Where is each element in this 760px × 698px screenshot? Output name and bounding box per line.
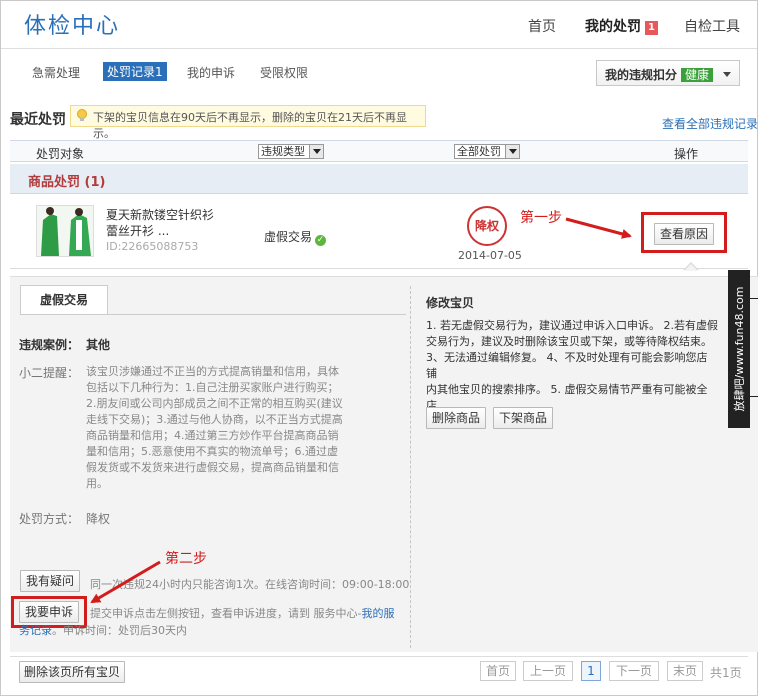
nav-self-check-tools[interactable]: 自检工具 xyxy=(684,16,740,36)
tab-penalty-records[interactable]: 处罚记录1 xyxy=(103,62,167,81)
reminder-label: 小二提醒： xyxy=(19,366,80,380)
nav-home[interactable]: 首页 xyxy=(528,16,556,36)
reminder-line: 商品销量和信用；4.通过第三方炒作平台提高商品销 xyxy=(86,429,339,442)
view-reason-button[interactable]: 查看原因 xyxy=(654,223,714,245)
tab-my-appeals[interactable]: 我的申诉 xyxy=(187,64,235,81)
violation-score-label: 我的违规扣分 xyxy=(605,68,678,82)
pagination-next[interactable]: 下一页 xyxy=(609,661,659,681)
appeal-text-2: 。申诉时间：处罚后30天内 xyxy=(52,624,187,637)
appeal-text-1: 提交申诉点击左侧按钮，查看申诉进度，请到 服务中心- xyxy=(90,607,362,620)
violation-type-text: 虚假交易 xyxy=(264,230,313,244)
product-thumbnail[interactable] xyxy=(36,205,94,257)
pagination-total: 共1页 xyxy=(710,666,742,680)
nav-my-penalties[interactable]: 我的处罚 1 xyxy=(585,16,658,36)
fix-line: 3、无法通过编辑修复。 4、不及时处理有可能会影响您店铺 xyxy=(426,351,708,380)
violation-type: 虚假交易 ✓ xyxy=(264,228,327,246)
col-action: 操作 xyxy=(674,147,699,161)
recent-penalties-title: 最近处罚 xyxy=(10,112,66,128)
case-value: 其他 xyxy=(86,338,111,352)
chevron-down-icon xyxy=(505,145,519,158)
reminder-line: 包括以下几种行为：1.自己注册买家账户进行购买； xyxy=(86,381,339,394)
product-title-link[interactable]: 夏天新款镂空针织衫 蕾丝开衫 ... xyxy=(106,207,236,239)
watermark-tick xyxy=(750,298,758,299)
col-penalty-object: 处罚对象 xyxy=(36,147,85,161)
watermark-tick xyxy=(750,396,758,397)
service-record-link-2[interactable]: 务记录 xyxy=(19,624,52,637)
site-watermark: 放肆吧/www.fun48.com xyxy=(728,270,750,428)
product-title-line1: 夏天新款镂空针织衫 xyxy=(106,208,215,222)
reminder-line: 2.朋友间或公司内部成员之间不正常的相互购买(建议 xyxy=(86,397,343,410)
fix-line: 交易行为，建议及时删除该宝贝或下架，或等待降权结束。 xyxy=(426,335,712,348)
appeal-info-text: 提交申诉点击左侧按钮，查看申诉进度，请到 服务中心-我的服 xyxy=(90,605,400,622)
have-question-button[interactable]: 我有疑问 xyxy=(20,570,80,592)
detail-tab-underline xyxy=(20,314,406,315)
product-id: ID:22665088753 xyxy=(106,240,199,253)
reminder-text: 该宝贝涉嫌通过不正当的方式提高销量和信用，具体 包括以下几种行为：1.自己注册买… xyxy=(86,364,344,492)
tab-restricted-permissions[interactable]: 受限权限 xyxy=(260,64,308,81)
annotation-step1: 第一步 xyxy=(520,210,562,226)
check-circle-icon: ✓ xyxy=(315,235,327,246)
case-label: 违规案例： xyxy=(19,338,80,352)
consult-info-text: 同一次违规24小时内只能咨询1次。在线咨询时间：09:00-18:00 xyxy=(90,578,410,591)
pagination-last[interactable]: 末页 xyxy=(667,661,703,681)
reminder-line: 量和信用；5.恶意使用不真实的物流单号；6.通过虚 xyxy=(86,445,338,458)
appeal-info-text-2: 务记录。申诉时间：处罚后30天内 xyxy=(19,622,187,639)
demotion-stamp: 降权 xyxy=(467,206,507,246)
submit-appeal-button[interactable]: 我要申诉 xyxy=(19,601,79,623)
view-all-violations-link[interactable]: 查看全部违规记录 xyxy=(662,115,758,132)
chevron-down-icon xyxy=(723,72,731,77)
product-penalty-group: 商品处罚 (1) xyxy=(10,164,748,194)
pagination-prev[interactable]: 上一页 xyxy=(523,661,573,681)
delete-product-button[interactable]: 删除商品 xyxy=(426,407,486,429)
method-label: 处罚方式： xyxy=(19,512,80,526)
site-watermark-text: 放肆吧/www.fun48.com xyxy=(733,286,746,412)
table-header: 处罚对象 违规类型 全部处罚 操作 xyxy=(10,140,748,162)
header-divider xyxy=(1,48,757,49)
reminder-line: 假发货或不发货来进行虚假交易，提高商品销量和信 xyxy=(86,461,339,474)
tab-urgent[interactable]: 急需处理 xyxy=(32,64,80,81)
lightbulb-icon xyxy=(77,109,87,121)
row-divider xyxy=(10,268,748,269)
all-penalties-select[interactable]: 全部处罚 xyxy=(454,144,520,159)
fix-line: 1. 若无虚假交易行为，建议通过申诉入口申诉。 2.若有虚假 xyxy=(426,319,718,332)
reminder-line: 走线下交易)；3.通过与他人协商，以不正当方式提高 xyxy=(86,413,343,426)
all-penalties-select-label: 全部处罚 xyxy=(457,145,501,158)
violation-score-dropdown[interactable]: 我的违规扣分 健康 xyxy=(596,60,740,86)
nav-my-penalties-label: 我的处罚 xyxy=(585,19,641,35)
detail-tab-fake-trade[interactable]: 虚假交易 xyxy=(20,285,108,315)
violation-type-select-label: 违规类型 xyxy=(261,145,305,158)
info-tip: 下架的宝贝信息在90天后不再显示，删除的宝贝在21天后不再显示。 xyxy=(70,105,426,140)
health-badge: 健康 xyxy=(681,68,714,82)
footer-divider xyxy=(10,656,748,657)
detail-vertical-separator xyxy=(410,286,411,648)
fix-item-title: 修改宝贝 xyxy=(426,296,475,310)
product-title-line2: 蕾丝开衫 ... xyxy=(106,224,170,238)
page-logo[interactable]: 体检中心 xyxy=(24,8,120,40)
penalty-date: 2014-07-05 xyxy=(458,249,522,262)
delete-all-on-page-button[interactable]: 删除该页所有宝贝 xyxy=(19,661,125,683)
reminder-line: 该宝贝涉嫌通过不正当的方式提高销量和信用，具体 xyxy=(86,365,339,378)
penalty-count-badge: 1 xyxy=(645,21,658,35)
method-value: 降权 xyxy=(86,512,111,526)
take-offline-button[interactable]: 下架商品 xyxy=(493,407,553,429)
annotation-step2: 第二步 xyxy=(165,551,207,567)
caret-up-inner xyxy=(684,264,698,271)
service-record-link-1[interactable]: 我的服 xyxy=(361,607,394,620)
reminder-line: 用。 xyxy=(86,477,108,490)
pagination-first[interactable]: 首页 xyxy=(480,661,516,681)
pagination-current[interactable]: 1 xyxy=(581,661,601,681)
product-image xyxy=(37,206,93,256)
chevron-down-icon xyxy=(309,145,323,158)
violation-type-select[interactable]: 违规类型 xyxy=(258,144,324,159)
